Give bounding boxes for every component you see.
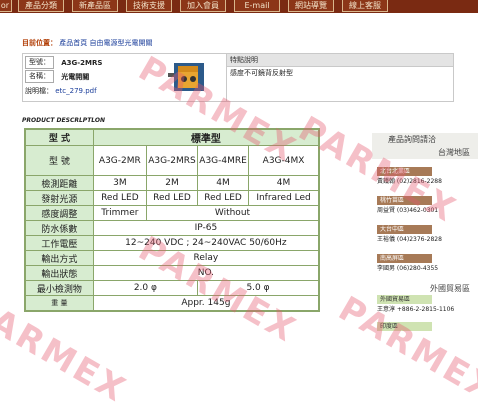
row-label: 工作電壓	[24, 235, 94, 251]
nav-tab-support[interactable]: 技術支援	[126, 0, 172, 12]
table-row: 檢測距離 3M 2M 4M 4M	[24, 175, 320, 191]
product-info: 型號： A3G-2MRS 名稱： 光電開關 說明檔： etc_279.pdf 特…	[22, 53, 454, 102]
type-label: 型 式	[24, 128, 94, 146]
value-cell: 2M	[145, 175, 199, 191]
table-row: 防水係數 IP-65	[24, 220, 320, 236]
region-name: 南高屏區	[377, 254, 432, 263]
model-label: 型號：	[25, 56, 54, 69]
nav-tab-sitemap[interactable]: 網站導覽	[288, 0, 334, 12]
row-label: 最小檢測物	[24, 280, 94, 296]
value-cell: Trimmer	[92, 205, 147, 221]
model-cell: A3G-2MRS	[145, 145, 199, 176]
sidebar-title: 產品詢問請洽	[388, 135, 436, 144]
row-label: 防水係數	[24, 220, 94, 236]
nav-tab-products[interactable]: 產品分類	[18, 0, 64, 12]
nav-tab-service[interactable]: 線上客服	[342, 0, 388, 12]
nav-tab-member[interactable]: 加入會員	[180, 0, 226, 12]
row-label: 重 量	[24, 295, 94, 312]
table-row: 發射光源 Red LED Red LED Red LED Infrared Le…	[24, 190, 320, 206]
manual-row: 說明檔： etc_279.pdf	[25, 85, 97, 97]
row-label: 感度調整	[24, 205, 94, 221]
region-name: 大台中區	[377, 225, 432, 234]
region-taichung: 大台中區 王裕儀 (04)2376-2828	[377, 225, 477, 246]
value-cell: 4M	[197, 175, 250, 191]
name-label: 名稱：	[25, 70, 54, 83]
feature-text: 感度不可鏡背反射型	[227, 66, 453, 79]
value-cell: Red LED	[145, 190, 199, 206]
value-cell: IP-65	[92, 220, 320, 236]
nav-tab-email[interactable]: E-mail	[234, 0, 280, 12]
foreign-title: 外國貿易區	[430, 284, 470, 293]
model-row: 型號： A3G-2MRS	[25, 56, 103, 69]
model-cell: A3G-2MR	[92, 145, 147, 176]
breadcrumb-path[interactable]: 產品首頁 自由電源型光電開關	[59, 39, 152, 47]
region-south: 南高屏區 李國男 (06)280-4355	[377, 254, 477, 275]
value-cell: Red LED	[92, 190, 147, 206]
table-row: 感度調整 Trimmer Without	[24, 205, 320, 221]
name-value: 光電開關	[61, 72, 90, 81]
manual-link[interactable]: etc_279.pdf	[55, 87, 96, 95]
model-row-label: 型 號	[24, 145, 94, 176]
row-label: 檢測距離	[24, 175, 94, 191]
region-name: 外國貿易區	[377, 295, 432, 304]
nav-tab-new[interactable]: 新產品區	[72, 0, 118, 12]
top-navigation: or 產品分類 新產品區 技術支援 加入會員 E-mail 網站導覽 線上客服	[0, 0, 478, 13]
value-cell: 3M	[92, 175, 147, 191]
breadcrumb: 目前位置： 產品首頁 自由電源型光電開關	[22, 38, 152, 48]
model-value: A3G-2MRS	[61, 58, 103, 67]
value-cell: 4M	[248, 175, 320, 191]
breadcrumb-lead: 目前位置：	[22, 39, 57, 47]
feature-header: 特點說明	[227, 54, 453, 66]
row-label: 輸出方式	[24, 250, 94, 266]
row-label: 輸出狀態	[24, 265, 94, 281]
value-cell: Red LED	[197, 190, 250, 206]
description-title: PRODUCT DESCRLPTLON	[22, 117, 106, 124]
region-contact: 王裕儀 (04)2376-2828	[377, 236, 442, 243]
nav-tab-partial[interactable]: or	[0, 0, 12, 12]
value-cell: 12~240 VDC ; 24~240VAC 50/60Hz	[92, 235, 320, 251]
feature-panel: 特點說明 感度不可鏡背反射型	[226, 54, 453, 101]
row-label: 發射光源	[24, 190, 94, 206]
manual-label: 說明檔：	[25, 87, 53, 95]
value-cell: Without	[145, 205, 320, 221]
region-contact: 李國男 (06)280-4355	[377, 265, 439, 272]
value-cell: Infrared Led	[248, 190, 320, 206]
name-row: 名稱： 光電開關	[25, 70, 90, 83]
model-cell: A3G-4MRE	[197, 145, 250, 176]
